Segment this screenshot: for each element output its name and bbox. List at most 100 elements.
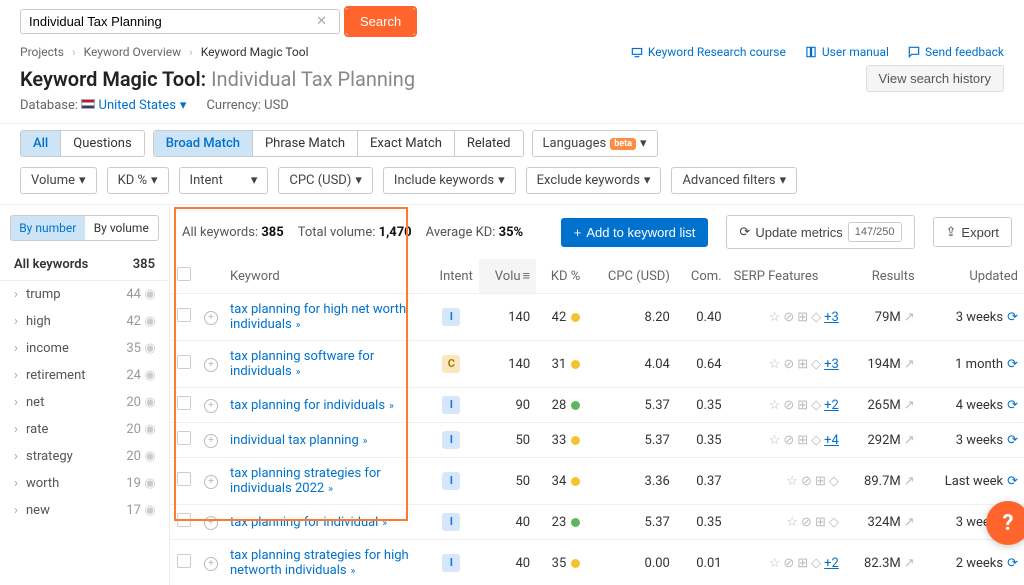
breadcrumb-overview[interactable]: Keyword Overview: [84, 45, 182, 59]
help-fab[interactable]: ?: [986, 501, 1024, 545]
sidebar-item-retirement[interactable]: ›retirement24◉: [0, 362, 169, 389]
expand-icon[interactable]: +: [204, 311, 218, 325]
advanced-filters[interactable]: Advanced filters ▾: [671, 167, 797, 194]
refresh-icon[interactable]: ⟳: [1007, 310, 1018, 325]
keyword-link[interactable]: tax planning for high net worth individu…: [230, 302, 406, 332]
refresh-icon[interactable]: ⟳: [1007, 398, 1018, 413]
kd-filter[interactable]: KD % ▾: [107, 167, 169, 194]
row-checkbox[interactable]: [177, 472, 191, 486]
row-checkbox[interactable]: [177, 431, 191, 445]
external-icon[interactable]: ↗: [904, 398, 915, 413]
intent-filter[interactable]: Intent ▾: [179, 167, 269, 194]
eye-icon[interactable]: ◉: [141, 341, 159, 356]
sidebar-item-net[interactable]: ›net20◉: [0, 389, 169, 416]
breadcrumb-projects[interactable]: Projects: [20, 45, 64, 59]
keyword-link[interactable]: tax planning strategies for high networt…: [230, 548, 409, 578]
refresh-icon[interactable]: ⟳: [1007, 474, 1018, 489]
sidebar-item-high[interactable]: ›high42◉: [0, 308, 169, 335]
external-icon[interactable]: ↗: [904, 357, 915, 372]
update-metrics-button[interactable]: ⟳Update metrics 147/250: [726, 215, 914, 249]
eye-icon[interactable]: ◉: [141, 314, 159, 329]
col-volume[interactable]: Volu≡: [479, 259, 536, 294]
sidebar-item-trump[interactable]: ›trump44◉: [0, 281, 169, 308]
col-com[interactable]: Com.: [676, 259, 728, 294]
user-manual-link[interactable]: User manual: [804, 45, 889, 59]
tab-broad-match[interactable]: Broad Match: [154, 131, 253, 156]
keyword-link[interactable]: tax planning for individual: [230, 515, 378, 530]
eye-icon[interactable]: ◉: [141, 503, 159, 518]
tab-exact-match[interactable]: Exact Match: [358, 131, 455, 156]
keyword-link[interactable]: tax planning for individuals: [230, 398, 385, 413]
sidebar-by-number[interactable]: By number: [11, 216, 85, 240]
expand-icon[interactable]: +: [204, 475, 218, 489]
all-questions-toggle[interactable]: All Questions: [20, 130, 145, 157]
add-to-keyword-list-button[interactable]: +Add to keyword list: [561, 218, 709, 247]
sidebar-by-volume[interactable]: By volume: [85, 216, 159, 240]
search-box[interactable]: ✕: [20, 9, 340, 34]
row-checkbox[interactable]: [177, 396, 191, 410]
send-feedback-link[interactable]: Send feedback: [907, 45, 1004, 59]
tab-all[interactable]: All: [21, 131, 61, 156]
view-history-button[interactable]: View search history: [866, 65, 1004, 92]
external-icon[interactable]: ↗: [904, 515, 915, 530]
row-checkbox[interactable]: [177, 513, 191, 527]
eye-icon[interactable]: ◉: [141, 422, 159, 437]
expand-icon[interactable]: +: [204, 399, 218, 413]
row-checkbox[interactable]: [177, 554, 191, 568]
refresh-icon[interactable]: ⟳: [1007, 433, 1018, 448]
eye-icon[interactable]: ◉: [141, 449, 159, 464]
sidebar-item-strategy[interactable]: ›strategy20◉: [0, 443, 169, 470]
external-icon[interactable]: ↗: [904, 433, 915, 448]
expand-icon[interactable]: +: [204, 516, 218, 530]
keyword-link[interactable]: tax planning software for individuals: [230, 349, 374, 379]
col-results[interactable]: Results: [845, 259, 921, 294]
row-checkbox[interactable]: [177, 308, 191, 322]
include-keywords-filter[interactable]: Include keywords ▾: [383, 167, 516, 194]
search-input[interactable]: [29, 14, 312, 29]
external-icon[interactable]: ↗: [904, 556, 915, 571]
tab-phrase-match[interactable]: Phrase Match: [253, 131, 358, 156]
select-all-checkbox[interactable]: [177, 267, 191, 281]
sidebar-sort-toggle[interactable]: By number By volume: [10, 215, 159, 241]
tab-questions[interactable]: Questions: [61, 131, 143, 156]
serp-icon: ⊘: [801, 474, 812, 489]
languages-filter[interactable]: Languages beta ▾: [532, 130, 658, 157]
col-updated[interactable]: Updated: [921, 259, 1024, 294]
search-button[interactable]: Search: [346, 8, 415, 35]
expand-icon[interactable]: +: [204, 358, 218, 372]
cell-volume: 50: [479, 458, 536, 505]
eye-icon[interactable]: ◉: [141, 368, 159, 383]
keyword-link[interactable]: tax planning strategies for individuals …: [230, 466, 381, 496]
col-cpc[interactable]: CPC (USD): [586, 259, 676, 294]
refresh-icon[interactable]: ⟳: [1007, 556, 1018, 571]
match-type-toggle[interactable]: Broad Match Phrase Match Exact Match Rel…: [153, 130, 524, 157]
external-icon[interactable]: ↗: [904, 474, 915, 489]
col-intent[interactable]: Intent: [424, 259, 479, 294]
exclude-keywords-filter[interactable]: Exclude keywords ▾: [526, 167, 662, 194]
cell-serp: ☆⊘⊞◇+3: [728, 294, 845, 341]
expand-icon[interactable]: +: [204, 557, 218, 571]
sidebar-item-rate[interactable]: ›rate20◉: [0, 416, 169, 443]
sidebar-item-new[interactable]: ›new17◉: [0, 497, 169, 524]
export-button[interactable]: ⇪Export: [933, 217, 1012, 247]
tab-related[interactable]: Related: [455, 131, 523, 156]
database-country[interactable]: United States ▾: [99, 98, 187, 113]
clear-icon[interactable]: ✕: [312, 14, 331, 29]
eye-icon[interactable]: ◉: [141, 287, 159, 302]
col-kd[interactable]: KD %: [536, 259, 586, 294]
cpc-filter[interactable]: CPC (USD) ▾: [278, 167, 373, 194]
expand-icon[interactable]: +: [204, 434, 218, 448]
col-keyword[interactable]: Keyword: [224, 259, 424, 294]
external-icon[interactable]: ↗: [904, 310, 915, 325]
keyword-link[interactable]: individual tax planning: [230, 433, 359, 448]
refresh-icon[interactable]: ⟳: [1007, 357, 1018, 372]
sidebar-all-keywords[interactable]: All keywords385: [0, 249, 169, 281]
volume-filter[interactable]: Volume ▾: [20, 167, 97, 194]
sidebar-item-income[interactable]: ›income35◉: [0, 335, 169, 362]
sidebar-item-worth[interactable]: ›worth19◉: [0, 470, 169, 497]
col-serp[interactable]: SERP Features: [728, 259, 845, 294]
eye-icon[interactable]: ◉: [141, 476, 159, 491]
row-checkbox[interactable]: [177, 355, 191, 369]
keyword-course-link[interactable]: Keyword Research course: [630, 45, 786, 59]
eye-icon[interactable]: ◉: [141, 395, 159, 410]
